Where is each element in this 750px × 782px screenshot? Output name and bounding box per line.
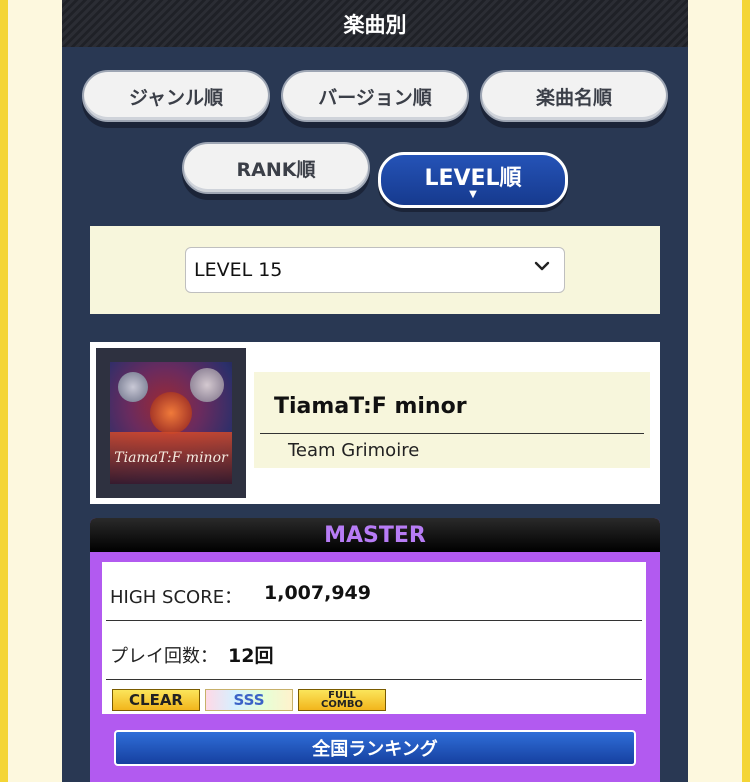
score-details: HIGH SCORE： 1,007,949 プレイ回数： 12回 CLEAR S… bbox=[102, 562, 646, 714]
jacket-logo: TiamaT:F minor bbox=[114, 450, 228, 466]
divider bbox=[106, 620, 642, 621]
chevron-down-icon bbox=[534, 261, 550, 271]
divider bbox=[260, 433, 644, 434]
clear-badge-label: CLEAR bbox=[129, 691, 183, 709]
song-title: TiamaT:F minor bbox=[274, 394, 467, 419]
page-border-left bbox=[0, 0, 8, 782]
sort-version-button[interactable]: バージョン順 bbox=[281, 70, 469, 122]
sort-level-label: LEVEL順 bbox=[424, 166, 522, 191]
national-ranking-button[interactable]: 全国ランキング bbox=[114, 730, 636, 766]
sort-genre-label: ジャンル順 bbox=[128, 86, 224, 109]
difficulty-header: MASTER bbox=[90, 518, 660, 552]
active-indicator-icon: ▼ bbox=[469, 189, 477, 200]
sort-genre-button[interactable]: ジャンル順 bbox=[82, 70, 270, 122]
sss-rank-badge: SSS bbox=[205, 689, 293, 711]
sss-badge-label: SSS bbox=[233, 691, 265, 709]
page-border-right bbox=[742, 0, 750, 782]
national-ranking-label: 全国ランキング bbox=[312, 739, 438, 760]
full-combo-badge: FULL COMBO bbox=[298, 689, 386, 711]
full-combo-line2: COMBO bbox=[321, 699, 363, 710]
sort-level-button[interactable]: LEVEL順 ▼ bbox=[378, 152, 568, 208]
level-filter-area: LEVEL 15 bbox=[90, 226, 660, 314]
song-card[interactable]: TiamaT:F minor TiamaT:F minor Team Grimo… bbox=[90, 342, 660, 504]
sort-title-button[interactable]: 楽曲名順 bbox=[480, 70, 668, 122]
panel-title: 楽曲別 bbox=[343, 12, 407, 37]
master-difficulty-card: MASTER HIGH SCORE： 1,007,949 プレイ回数： 12回 … bbox=[90, 518, 660, 782]
level-select[interactable]: LEVEL 15 bbox=[185, 247, 565, 293]
clear-badge: CLEAR bbox=[112, 689, 200, 711]
high-score-value: 1,007,949 bbox=[264, 582, 371, 604]
play-count-value: 12回 bbox=[228, 645, 274, 667]
sort-rank-label: RANK順 bbox=[236, 158, 316, 181]
song-artist: Team Grimoire bbox=[288, 440, 420, 461]
level-select-value: LEVEL 15 bbox=[194, 259, 283, 281]
sort-version-label: バージョン順 bbox=[318, 86, 432, 109]
panel-header: 楽曲別 bbox=[62, 0, 688, 47]
sort-rank-button[interactable]: RANK順 bbox=[182, 142, 370, 194]
jacket-frame: TiamaT:F minor bbox=[96, 348, 246, 498]
divider bbox=[106, 679, 642, 680]
sort-title-label: 楽曲名順 bbox=[535, 86, 612, 109]
difficulty-name: MASTER bbox=[324, 522, 426, 548]
song-panel: 楽曲別 ジャンル順 バージョン順 楽曲名順 RANK順 LEVEL順 ▼ LEV… bbox=[62, 0, 688, 782]
play-count-label: プレイ回数： bbox=[110, 646, 218, 667]
high-score-label: HIGH SCORE： bbox=[110, 587, 243, 608]
song-info: TiamaT:F minor Team Grimoire bbox=[254, 372, 650, 468]
song-jacket-image: TiamaT:F minor bbox=[110, 362, 232, 484]
